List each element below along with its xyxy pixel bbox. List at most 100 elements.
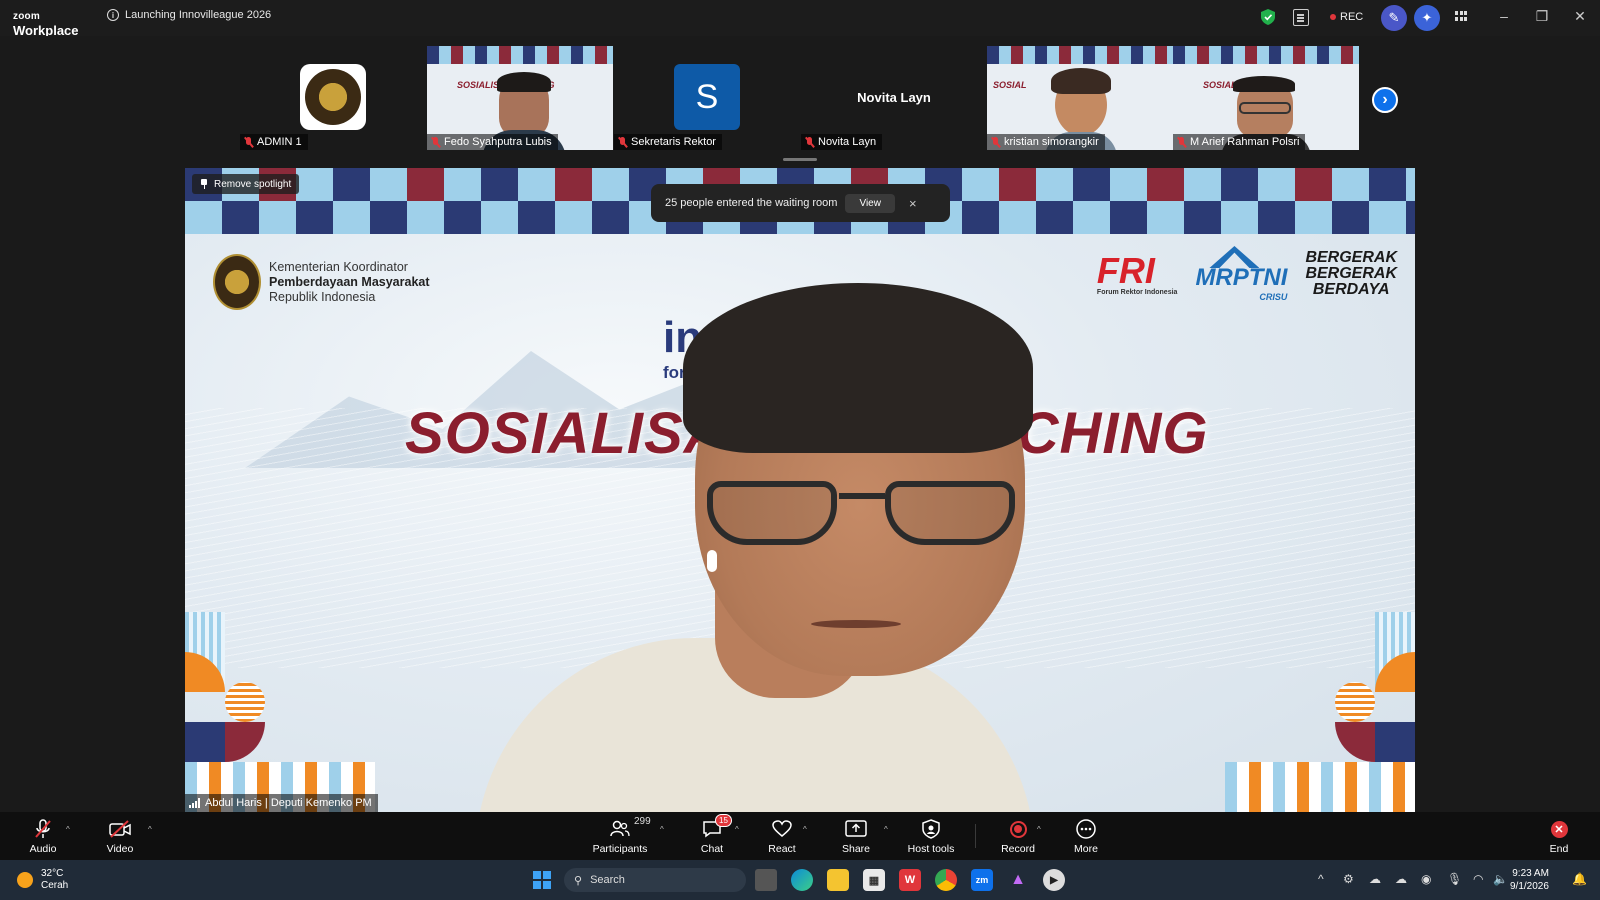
microphone-tray-icon[interactable]: 🎙 (1447, 872, 1462, 886)
chat-button[interactable]: 15 Chat (677, 814, 747, 855)
mic-muted-icon (1177, 136, 1186, 148)
remove-spotlight-label: Remove spotlight (214, 178, 292, 190)
weather-widget[interactable]: 32°C Cerah (17, 868, 68, 892)
media-player-icon[interactable]: ▶ (1043, 869, 1065, 891)
participant-name-tag: Sekretaris Rektor (614, 134, 722, 150)
system-clock[interactable]: 9:23 AM 9/1/2026 (1510, 867, 1549, 893)
bluetooth-app-icon[interactable]: ◉ (1421, 872, 1431, 886)
mic-muted-icon (34, 818, 52, 840)
toolbar-separator (975, 824, 976, 848)
mic-muted-icon (805, 136, 814, 148)
search-placeholder: Search (590, 874, 625, 886)
notifications-bell-icon[interactable]: 🔔 (1572, 872, 1587, 886)
cloud-sync-icon[interactable]: ☁ (1395, 872, 1407, 886)
partner-logos: FRI Forum Rektor Indonesia MRPTNI CRISU … (1096, 246, 1397, 303)
participant-name: Fedo Syahputra Lubis (444, 136, 552, 148)
garuda-emblem-icon (213, 254, 261, 310)
restore-icon[interactable]: ❐ (1532, 8, 1552, 25)
share-button[interactable]: Share (821, 818, 891, 855)
participant-tile[interactable]: S Sekretaris Rektor (614, 46, 800, 150)
audio-options-caret-icon[interactable]: ^ (66, 825, 70, 834)
chat-icon: 15 (702, 814, 732, 840)
speaker-hair (683, 283, 1033, 453)
react-options-caret-icon[interactable]: ^ (803, 825, 807, 834)
mic-muted-icon (618, 136, 627, 148)
chat-options-caret-icon[interactable]: ^ (735, 825, 739, 834)
edge-browser-icon[interactable] (791, 869, 813, 891)
ai-companion-sparkle-icon[interactable]: ✦ (1414, 5, 1440, 31)
ministry-logo-block: Kementerian Koordinator Pemberdayaan Mas… (213, 254, 430, 310)
recording-indicator[interactable]: REC (1330, 11, 1363, 23)
info-icon[interactable]: i (107, 9, 119, 21)
minimize-icon[interactable]: – (1494, 8, 1514, 24)
toast-message: 25 people entered the waiting room (665, 197, 838, 209)
toast-close-icon[interactable]: × (909, 196, 917, 211)
fri-logo: FRI Forum Rektor Indonesia (1096, 249, 1178, 296)
end-button[interactable]: ✕ End (1524, 818, 1594, 855)
bergerak-tagline: BERGERAK BERGERAK BERDAYA (1305, 249, 1397, 298)
video-options-caret-icon[interactable]: ^ (148, 825, 152, 834)
participants-options-caret-icon[interactable]: ^ (660, 825, 664, 834)
more-button[interactable]: More (1051, 818, 1121, 855)
sun-icon (17, 872, 33, 888)
host-tools-button[interactable]: Host tools (896, 818, 966, 855)
audio-button[interactable]: Audio (8, 818, 78, 855)
view-grid-icon[interactable] (1455, 11, 1468, 22)
record-options-caret-icon[interactable]: ^ (1037, 825, 1041, 834)
participant-name-tag: Novita Layn (801, 134, 883, 150)
close-icon[interactable]: ✕ (1570, 8, 1590, 25)
windows-start-icon[interactable] (533, 871, 551, 889)
participant-tile[interactable]: SOSIALI CHING M Arief Rahman Polsri (1173, 46, 1359, 150)
participant-tile[interactable]: Novita Layn Novita Layn (801, 46, 987, 150)
participant-tile[interactable]: SOSIAL CHING kristian simorangkir (987, 46, 1173, 150)
record-icon (1009, 820, 1027, 838)
file-explorer-icon[interactable] (827, 869, 849, 891)
participant-name: Novita Layn (818, 136, 877, 148)
participant-tile[interactable]: ADMIN 1 (240, 46, 426, 150)
view-waiting-room-button[interactable]: View (845, 193, 895, 213)
notes-icon[interactable] (1293, 9, 1309, 26)
clock-date: 9/1/2026 (1510, 881, 1549, 892)
slide-decoration-right (1225, 612, 1415, 812)
rec-label: REC (1340, 11, 1364, 23)
zoom-workplace-logo: zoom Workplace (13, 7, 79, 38)
meeting-title: Launching Innovilleague 2026 (125, 9, 272, 21)
microsoft-store-icon[interactable]: ▦ (863, 869, 885, 891)
mic-muted-icon (431, 136, 440, 148)
volume-icon[interactable]: 🔈 (1493, 872, 1508, 886)
avatar (300, 64, 366, 130)
wps-office-icon[interactable]: W (899, 869, 921, 891)
participant-tile[interactable]: SOSIALIS NCHING Fedo Syahputra Lubis (427, 46, 613, 150)
react-button[interactable]: React (747, 818, 817, 855)
title-bar: zoom Workplace i Launching Innovilleague… (0, 0, 1600, 38)
earbud-icon (707, 550, 717, 572)
meeting-info[interactable]: i Launching Innovilleague 2026 (107, 9, 271, 21)
chrome-icon[interactable] (935, 869, 957, 891)
encryption-shield-icon[interactable] (1261, 9, 1275, 25)
strip-resize-handle[interactable] (783, 158, 817, 161)
share-label: Share (841, 843, 871, 855)
speaker-name-tag: Abdul Haris | Deputi Kemenko PM (185, 794, 378, 812)
task-view-icon[interactable] (755, 869, 777, 891)
zoom-app-icon[interactable]: zm (971, 869, 993, 891)
participant-name: M Arief Rahman Polsri (1190, 136, 1300, 148)
avatar-initial: S (674, 64, 740, 130)
wifi-icon[interactable]: ◠ (1473, 872, 1483, 886)
next-page-chevron-icon[interactable]: › (1372, 87, 1398, 113)
record-button[interactable]: Record (983, 818, 1053, 855)
share-options-caret-icon[interactable]: ^ (884, 825, 888, 834)
tray-app-icon[interactable]: ⚙ (1343, 872, 1354, 886)
more-dots-icon (1076, 818, 1096, 840)
remove-spotlight-button[interactable]: Remove spotlight (192, 174, 300, 194)
onedrive-icon[interactable]: ☁ (1369, 872, 1381, 886)
participant-display-name: Novita Layn (857, 90, 931, 105)
video-button[interactable]: Video (85, 818, 155, 855)
tray-overflow-chevron-icon[interactable]: ^ (1318, 872, 1324, 886)
host-shield-icon (922, 818, 940, 840)
canva-affinity-icon[interactable]: ▲ (1007, 869, 1029, 891)
participant-name-tag: ADMIN 1 (240, 134, 308, 150)
spotlight-video[interactable]: Kementerian Koordinator Pemberdayaan Mas… (185, 168, 1415, 812)
participant-name-tag: M Arief Rahman Polsri (1173, 134, 1306, 150)
ai-companion-pen-icon[interactable]: ✎ (1381, 5, 1407, 31)
taskbar-search[interactable]: ⚲ Search (564, 868, 746, 892)
